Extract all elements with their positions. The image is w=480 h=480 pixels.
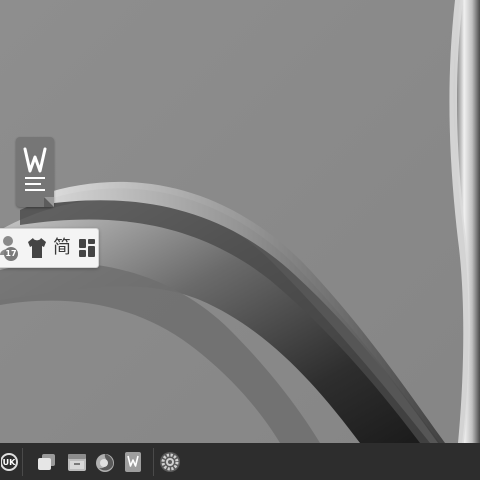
ime-user-button[interactable]: 17	[0, 233, 22, 263]
settings-button[interactable]	[156, 443, 184, 480]
taskbar-separator	[153, 447, 154, 476]
file-manager-button[interactable]	[63, 443, 91, 480]
start-menu-button[interactable]: UK	[0, 443, 22, 480]
file-cabinet-icon	[68, 453, 86, 471]
uk-logo-icon: UK	[1, 452, 18, 471]
skin-shirt-icon	[27, 238, 46, 258]
notification-badge: 17	[4, 247, 18, 261]
wps-writer-icon	[16, 137, 54, 207]
ime-mode-toggle[interactable]: 简	[51, 233, 72, 263]
gear-icon	[160, 451, 180, 472]
firefox-icon	[96, 453, 114, 472]
window-stack-icon	[38, 453, 55, 470]
wps-writer-icon	[125, 451, 141, 472]
show-desktop-button[interactable]	[31, 443, 63, 480]
ime-skin-button[interactable]	[26, 233, 47, 263]
svg-text:UK: UK	[3, 458, 16, 467]
ime-toolbox-button[interactable]	[77, 233, 98, 263]
page-fold	[44, 197, 54, 207]
wps-writer-button[interactable]	[119, 443, 147, 480]
taskbar: UK	[0, 443, 480, 480]
input-method-toolbar: 17 简	[0, 228, 99, 268]
desktop-icon-wps-document[interactable]	[14, 137, 56, 213]
firefox-button[interactable]	[91, 443, 119, 480]
taskbar-separator	[22, 447, 23, 476]
toolbox-grid-icon	[79, 239, 96, 257]
simplified-chinese-label: 简	[52, 237, 71, 258]
